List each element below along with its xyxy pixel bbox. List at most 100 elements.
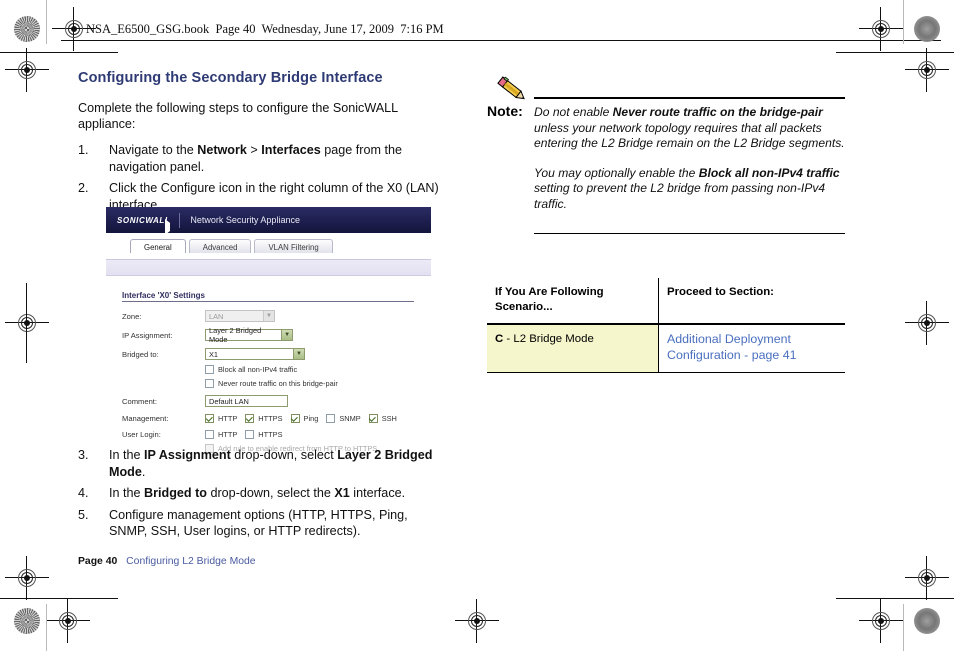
checkbox[interactable] [245, 430, 255, 439]
option-label: Ping [303, 414, 319, 423]
note-paragraph-2: You may optionally enable the Block all … [534, 165, 840, 211]
steps-list-part1: 1. Navigate to the Network > Interfaces p… [78, 142, 440, 213]
management-options: HTTP HTTPS Ping SNMP SSH [205, 414, 397, 423]
trim-rule-lower-right [836, 598, 954, 599]
halftone-dot-bottom-left [14, 608, 40, 634]
field-label: Zone: [122, 311, 142, 321]
halftone-dot-top-right [914, 16, 940, 42]
chevron-down-icon: ▼ [263, 311, 274, 321]
checkbox[interactable] [205, 430, 214, 439]
trim-rule-lower-left [0, 598, 118, 599]
step-item: 3. In the IP Assignment drop-down, select… [78, 448, 433, 479]
step-item: 4. In the Bridged to drop-down, select th… [78, 486, 406, 500]
intro-paragraph: Complete the following steps to configur… [78, 101, 398, 131]
tab-vlan-filtering[interactable]: VLAN Filtering [254, 239, 333, 253]
tab-bar: General Advanced VLAN Filtering [106, 233, 431, 253]
ip-assignment-select[interactable]: Layer 2 Bridged Mode ▼ [205, 326, 293, 344]
checkbox[interactable] [205, 365, 214, 374]
table-row: C - L2 Bridge Mode Additional Deployment… [487, 324, 845, 373]
chevron-down-icon: ▼ [293, 349, 304, 359]
section-link[interactable]: Additional Deployment Configuration - pa… [667, 332, 797, 362]
footer-page-number: Page 40 [78, 556, 118, 567]
halftone-dot-top-left [14, 16, 40, 42]
pencil-icon [497, 76, 525, 100]
halftone-dot-bottom-right [914, 608, 940, 634]
option-label: HTTP [218, 414, 238, 423]
settings-panel: Interface 'X0' Settings Zone: LAN ▼ IP Assi… [106, 276, 431, 453]
note-word: Note: [487, 103, 523, 119]
registration-mark-bottom-right [859, 599, 903, 643]
field-rows: Zone: LAN ▼ IP Assignment: Layer 2 Bridged M… [122, 310, 431, 360]
table-header-scenario: If You Are Following Scenario... [487, 278, 659, 325]
table-header-section: Proceed to Section: [658, 278, 845, 325]
left-column: Configuring the Secondary Bridge Interfa… [78, 70, 440, 218]
registration-mark-left-lower [5, 556, 49, 600]
trim-rule-left-vertical [46, 0, 47, 44]
user-login-row: User Login: HTTP HTTPS [122, 430, 431, 439]
note-text: Do not enable Never route traffic on the… [534, 95, 845, 213]
option-https[interactable]: HTTPS [245, 430, 283, 439]
checkbox[interactable] [245, 414, 255, 423]
user-login-label: User Login: [122, 430, 161, 439]
steps-list-part2: 3. In the IP Assignment drop-down, select… [78, 447, 440, 540]
checkbox-label: Never route traffic on this bridge-pair [218, 379, 338, 388]
checkbox[interactable] [290, 414, 300, 423]
registration-mark-bottom-left [46, 599, 90, 643]
user-login-options: HTTP HTTPS [205, 430, 283, 439]
note-top-rule [534, 97, 845, 99]
footer-section-name: Configuring L2 Bridge Mode [126, 556, 256, 567]
checkbox[interactable] [368, 414, 378, 423]
panel-header: Interface 'X0' Settings [122, 291, 414, 302]
comment-input[interactable]: Default LAN [205, 395, 288, 407]
field-row: Bridged to: X1 ▼ [122, 348, 431, 360]
option-ping[interactable]: Ping [290, 414, 319, 423]
section-cell: Additional Deployment Configuration - pa… [658, 324, 845, 373]
checkbox-label: Block all non-IPv4 traffic [218, 365, 298, 374]
step-number: 4. [78, 486, 89, 500]
tab-general[interactable]: General [130, 239, 186, 253]
step-item: 1. Navigate to the Network > Interfaces p… [78, 143, 402, 174]
field-row: Zone: LAN ▼ [122, 310, 431, 322]
management-row: Management: HTTP HTTPS Ping SNMP SSH [122, 414, 431, 423]
checkbox-row[interactable]: Block all non-IPv4 traffic [122, 365, 431, 374]
book-header-line: NSA_E6500_GSG.book Page 40 Wednesday, Ju… [86, 22, 444, 36]
field-value: Layer 2 Bridged Mode [209, 326, 262, 344]
option-label: HTTPS [258, 414, 283, 423]
note-paragraph-1: Do not enable Never route traffic on the… [534, 105, 845, 151]
registration-mark-top-right [859, 7, 903, 51]
tab-advanced[interactable]: Advanced [188, 239, 252, 253]
registration-mark-left-upper [5, 48, 49, 92]
sonicwall-ui-screenshot: SONICWALL Network Security Appliance Gen… [106, 207, 431, 453]
checkbox[interactable] [326, 414, 336, 423]
management-label: Management: [122, 414, 169, 423]
bridged-to-select[interactable]: X1 ▼ [205, 348, 305, 360]
option-http[interactable]: HTTP [205, 430, 237, 439]
bridge-checkbox-group: Block all non-IPv4 traffic Never route tr… [122, 365, 431, 388]
checkbox[interactable] [205, 379, 214, 388]
registration-mark-right-lower [905, 556, 949, 600]
registration-mark-right-upper [905, 48, 949, 92]
field-row: IP Assignment: Layer 2 Bridged Mode ▼ [122, 326, 431, 344]
option-ssh[interactable]: SSH [368, 414, 397, 423]
comment-row: Comment: Default LAN [122, 395, 431, 407]
registration-mark-left-middle [5, 301, 49, 345]
registration-mark-bottom-center [455, 599, 499, 643]
checkbox-row[interactable]: Never route traffic on this bridge-pair [122, 379, 431, 388]
option-http[interactable]: HTTP [205, 414, 237, 423]
field-label: Bridged to: [122, 349, 159, 359]
step-item: 5. Configure management options (HTTP, HT… [78, 507, 408, 539]
note-bottom-rule [534, 233, 845, 234]
step-number: 5. [78, 507, 89, 522]
step-number: 3. [78, 448, 89, 462]
field-label: IP Assignment: [122, 330, 173, 340]
option-snmp[interactable]: SNMP [326, 414, 361, 423]
trim-rule-upper-left [0, 52, 118, 53]
checkbox[interactable] [205, 414, 214, 423]
page-footer: Page 40 Configuring L2 Bridge Mode [78, 556, 256, 567]
option-label: SNMP [339, 414, 361, 423]
left-column-continued: 3. In the IP Assignment drop-down, select… [78, 447, 440, 545]
option-https[interactable]: HTTPS [245, 414, 283, 423]
option-label: SSH [381, 414, 397, 423]
sonicwall-logo: SONICWALL [106, 216, 179, 235]
field-value: LAN [209, 311, 224, 321]
